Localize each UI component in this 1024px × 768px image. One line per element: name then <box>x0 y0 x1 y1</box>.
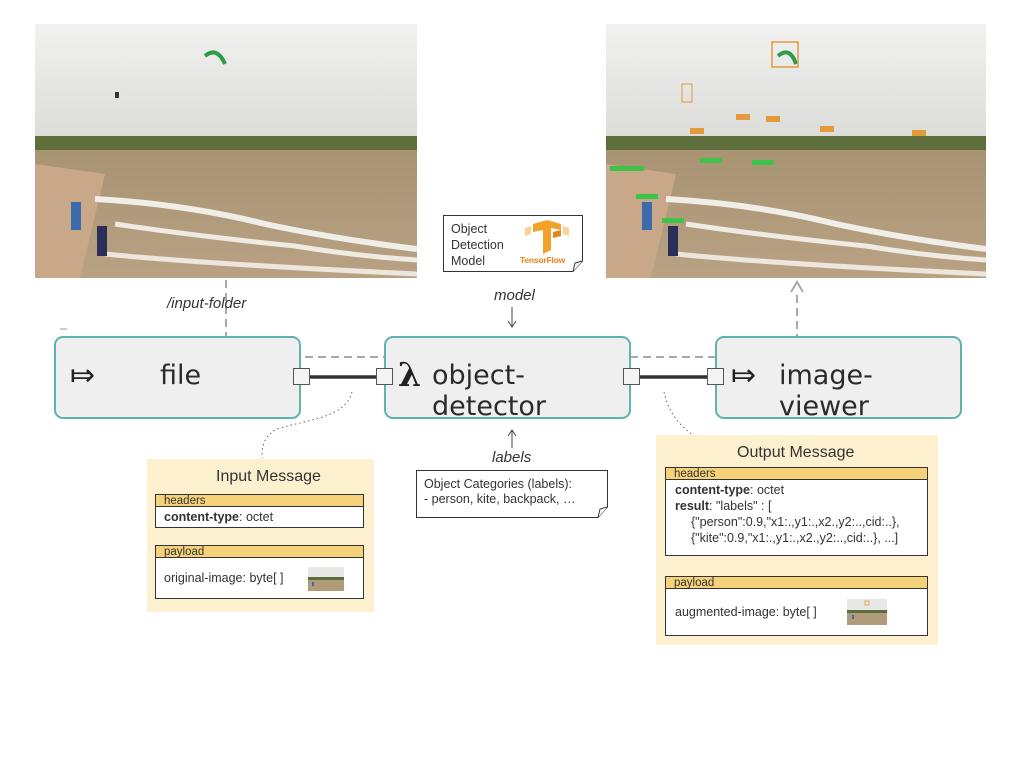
sink-arrow-icon: ⤇ <box>731 359 757 392</box>
output-message-title: Output Message <box>737 444 855 461</box>
output-content-type-value: : octet <box>750 483 785 497</box>
source-arrow-icon: ⤇ <box>70 359 96 392</box>
input-content-type-value: : octet <box>239 510 274 524</box>
file-source-label: file <box>160 360 202 391</box>
output-message-panel: Output Message headers content-type: oct… <box>656 435 938 645</box>
input-beach-photo <box>35 24 417 278</box>
model-note-line2: Detection <box>451 238 504 252</box>
output-headers-body: content-type: octet result: "labels" : [… <box>665 480 928 556</box>
output-result-line1: result: "labels" : [ <box>675 498 771 514</box>
output-content-type: content-type: octet <box>675 482 784 498</box>
categories-note: Object Categories (labels): - person, ki… <box>416 470 608 518</box>
output-content-type-key: content-type <box>675 483 750 497</box>
input-message-panel: Input Message headers content-type: octe… <box>147 459 374 612</box>
output-result-key: result <box>675 499 710 513</box>
image-viewer-label: image-viewer <box>779 360 873 422</box>
categories-note-line2: - person, kite, backpack, … <box>424 492 576 506</box>
input-folder-label: /input-folder <box>167 295 247 312</box>
model-note-line1: Object <box>451 222 488 236</box>
output-headers-bar: headers <box>665 467 928 480</box>
output-result-open: : "labels" : [ <box>709 499 772 513</box>
input-headers-body: content-type: octet <box>155 507 364 528</box>
viewer-input-port[interactable] <box>707 368 724 385</box>
output-payload-bar: payload <box>665 576 928 589</box>
tensorflow-logo-text: TensorFlow <box>520 255 566 265</box>
input-payload-bar: payload <box>155 545 364 558</box>
file-output-port[interactable] <box>293 368 310 385</box>
detector-output-port[interactable] <box>623 368 640 385</box>
model-label: model <box>494 287 535 304</box>
model-note-line3: Model <box>451 254 486 268</box>
output-beach-photo <box>606 24 986 278</box>
output-payload-text: augmented-image: byte[ ] <box>675 605 817 619</box>
image-viewer-box[interactable]: ⤇ image-viewer <box>715 336 962 422</box>
input-payload-text: original-image: byte[ ] <box>164 571 284 585</box>
detector-input-port[interactable] <box>376 368 393 385</box>
labels-label: labels <box>492 449 532 466</box>
output-payload-body: augmented-image: byte[ ] <box>665 589 928 636</box>
file-source-box[interactable]: ⤇ file <box>54 336 301 419</box>
tensorflow-logo-icon: TensorFlow <box>517 220 577 265</box>
output-result-line3: {"kite":0.9,"x1:.,y1:.,x2.,y2:..,cid:..}… <box>691 531 899 545</box>
original-image-thumbnail <box>308 567 344 591</box>
object-detector-label: object-detector <box>432 360 546 422</box>
input-content-type: content-type: octet <box>164 510 273 524</box>
input-message-title: Input Message <box>216 468 321 485</box>
input-content-type-key: content-type <box>164 510 239 524</box>
lambda-icon: λ <box>398 355 422 394</box>
augmented-image-thumbnail <box>847 599 887 625</box>
input-payload-body: original-image: byte[ ] <box>155 558 364 599</box>
model-note: Object Detection Model TensorFlow <box>443 215 583 272</box>
categories-note-line1: Object Categories (labels): <box>424 477 572 491</box>
input-headers-bar: headers <box>155 494 364 507</box>
object-detector-box[interactable]: λ object-detector <box>384 336 631 422</box>
output-result-line2: {"person":0.9,"x1:.,y1:.,x2.,y2:..,cid:.… <box>691 515 900 529</box>
